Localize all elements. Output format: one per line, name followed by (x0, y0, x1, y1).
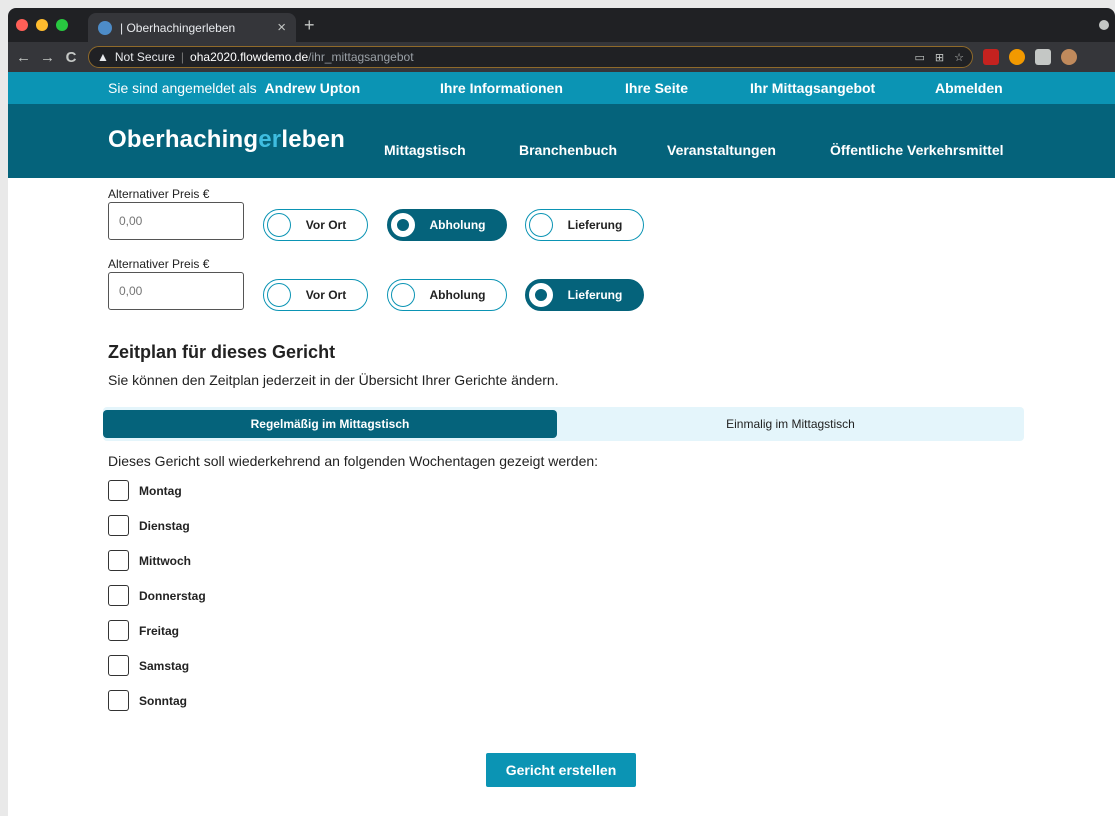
cast-icon[interactable]: ▭ (915, 51, 925, 64)
favicon-icon (98, 20, 112, 35)
schedule-heading: Zeitplan für dieses Gericht (108, 342, 336, 362)
weekday-sonntag[interactable]: Sonntag (108, 690, 187, 711)
schedule-tabs: Regelmäßig im Mittagstisch Einmalig im M… (103, 407, 1024, 441)
option-label: Abholung (429, 218, 486, 232)
radio-icon (391, 283, 415, 307)
weekday-montag[interactable]: Montag (108, 480, 182, 501)
orange-extension-icon[interactable] (1009, 49, 1025, 65)
forward-button[interactable]: → (40, 49, 55, 66)
weekday-mittwoch[interactable]: Mittwoch (108, 550, 191, 571)
checkbox[interactable] (108, 585, 129, 606)
alt-price-input[interactable] (108, 202, 244, 240)
option-label: Lieferung (567, 288, 623, 302)
tab-regelmaessig[interactable]: Regelmäßig im Mittagstisch (103, 410, 557, 438)
checkbox[interactable] (108, 655, 129, 676)
nav-abmelden[interactable]: Abmelden (935, 80, 1003, 96)
tab-close-icon[interactable]: × (277, 19, 286, 36)
nav-ihre-seite[interactable]: Ihre Seite (625, 80, 688, 96)
schedule-subtitle: Sie können den Zeitplan jederzeit in der… (108, 372, 559, 388)
weekday-label: Sonntag (139, 693, 187, 708)
weekday-label: Samstag (139, 658, 190, 673)
option-abholung[interactable]: Abholung (387, 209, 507, 241)
tab-strip: | Oberhachingerleben × + (8, 8, 1115, 42)
browser-tab[interactable]: | Oberhachingerleben × (88, 13, 296, 42)
weekday-label: Donnerstag (139, 588, 206, 603)
user-topbar: Sie sind angemeldet als Andrew Upton Ihr… (8, 72, 1115, 104)
close-window-button[interactable] (16, 19, 28, 31)
logo-text-2: er (258, 126, 282, 153)
nav-oeffentliche-verkehrsmittel[interactable]: Öffentliche Verkehrsmittel (830, 142, 1004, 158)
checkbox[interactable] (108, 620, 129, 641)
warning-icon: ▲ (97, 50, 109, 64)
weekday-donnerstag[interactable]: Donnerstag (108, 585, 206, 606)
new-tab-button[interactable]: + (304, 15, 315, 36)
logo-text-1: Oberhaching (108, 126, 259, 153)
weekday-label: Montag (139, 483, 182, 498)
omnibox-actions: ▭ ⊞ ☆ (915, 51, 965, 64)
main-navigation: Oberhachingerleben Mittagstisch Branchen… (8, 104, 1115, 178)
url-separator: | (180, 50, 185, 64)
window-controls (16, 19, 68, 31)
option-label: Lieferung (567, 218, 623, 232)
nav-ihr-mittagsangebot[interactable]: Ihr Mittagsangebot (750, 80, 875, 96)
calendar-extension-icon[interactable] (983, 49, 999, 65)
logo-text-3: leben (281, 126, 346, 153)
login-prefix: Sie sind angemeldet als (108, 80, 257, 96)
checkbox[interactable] (108, 550, 129, 571)
alt-price-label: Alternativer Preis € (108, 187, 210, 201)
option-label: Abholung (429, 288, 486, 302)
nav-mittagstisch[interactable]: Mittagstisch (384, 142, 466, 158)
login-status: Sie sind angemeldet als Andrew Upton (108, 80, 360, 96)
maximize-window-button[interactable] (56, 19, 68, 31)
security-label: Not Secure (114, 50, 175, 64)
option-lieferung[interactable]: Lieferung (525, 209, 644, 241)
weekday-label: Mittwoch (139, 553, 191, 568)
reload-button[interactable]: C (64, 49, 78, 66)
weekday-label: Dienstag (139, 518, 190, 533)
address-bar[interactable]: ▲ Not Secure | oha2020.flowdemo.de/ihr_m… (88, 46, 973, 68)
tab-title: | Oberhachingerleben (120, 20, 236, 35)
option-vor-ort[interactable]: Vor Ort (263, 279, 368, 311)
translate-icon[interactable]: ⊞ (935, 51, 944, 64)
weekday-freitag[interactable]: Freitag (108, 620, 179, 641)
nav-ihre-informationen[interactable]: Ihre Informationen (440, 80, 563, 96)
puzzle-extensions-icon[interactable] (1035, 49, 1051, 65)
user-name: Andrew Upton (264, 80, 361, 96)
extensions-area (983, 49, 1077, 65)
site-logo[interactable]: Oberhachingerleben (108, 126, 345, 154)
url-host: oha2020.flowdemo.de (190, 50, 309, 64)
option-abholung[interactable]: Abholung (387, 279, 507, 311)
browser-window: | Oberhachingerleben × + ← → C ▲ Not Sec… (8, 8, 1115, 816)
checkbox[interactable] (108, 515, 129, 536)
minimize-window-button[interactable] (36, 19, 48, 31)
option-lieferung[interactable]: Lieferung (525, 279, 644, 311)
checkbox[interactable] (108, 690, 129, 711)
weekday-intro: Dieses Gericht soll wiederkehrend an fol… (108, 453, 599, 469)
option-label: Vor Ort (305, 288, 347, 302)
bookmark-star-icon[interactable]: ☆ (954, 51, 964, 64)
radio-selected-icon (391, 213, 415, 237)
profile-icon[interactable] (1099, 20, 1109, 30)
option-vor-ort[interactable]: Vor Ort (263, 209, 368, 241)
weekday-samstag[interactable]: Samstag (108, 655, 189, 676)
radio-icon (529, 213, 553, 237)
nav-veranstaltungen[interactable]: Veranstaltungen (667, 142, 776, 158)
option-label: Vor Ort (305, 218, 347, 232)
back-button[interactable]: ← (16, 49, 31, 66)
url-path: /ihr_mittagsangebot (308, 50, 414, 64)
tab-einmalig[interactable]: Einmalig im Mittagstisch (557, 407, 1024, 441)
avatar[interactable] (1061, 49, 1077, 65)
radio-icon (267, 213, 291, 237)
browser-toolbar: ← → C ▲ Not Secure | oha2020.flowdemo.de… (8, 42, 1115, 72)
radio-selected-icon (529, 283, 553, 307)
radio-icon (267, 283, 291, 307)
nav-branchenbuch[interactable]: Branchenbuch (519, 142, 617, 158)
alt-price-input[interactable] (108, 272, 244, 310)
checkbox[interactable] (108, 480, 129, 501)
alt-price-label: Alternativer Preis € (108, 257, 210, 271)
weekday-label: Freitag (139, 623, 180, 638)
weekday-dienstag[interactable]: Dienstag (108, 515, 190, 536)
create-dish-button[interactable]: Gericht erstellen (486, 753, 636, 787)
